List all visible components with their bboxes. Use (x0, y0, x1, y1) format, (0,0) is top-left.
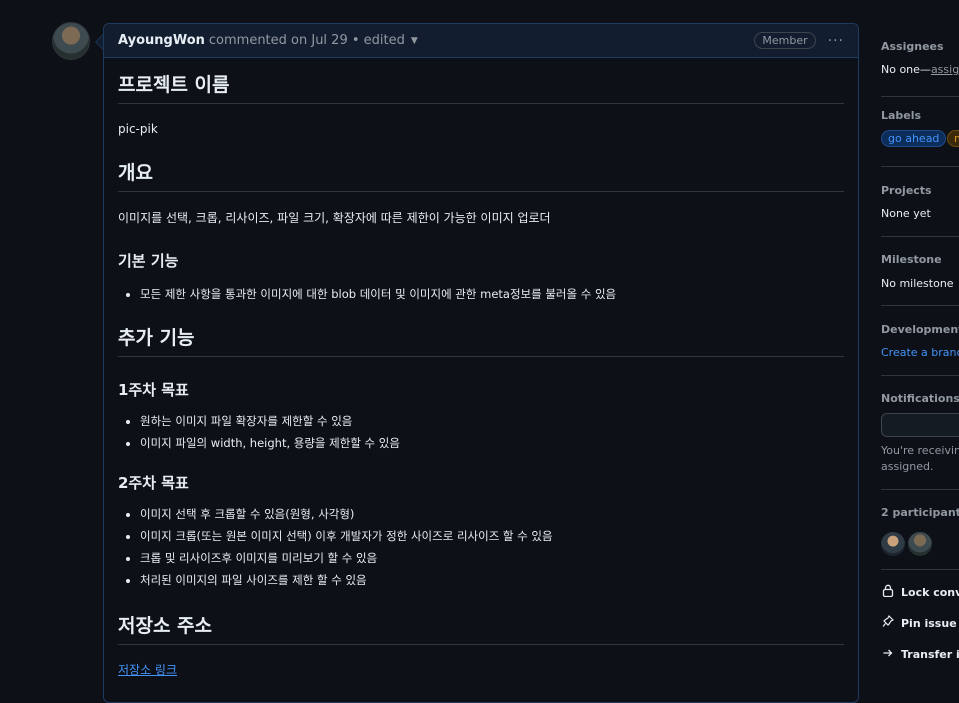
basic-features-list: 모든 제한 사항을 통과한 이미지에 대한 blob 데이터 및 이미지에 관한… (118, 283, 844, 305)
pin-label: Pin issue (901, 616, 957, 630)
pin-icon (881, 614, 894, 631)
heading-basic-features: 기본 기능 (118, 252, 179, 270)
transfer-issue-button[interactable]: Transfer iss (881, 647, 959, 662)
divider (881, 569, 959, 570)
label-m[interactable]: m (947, 130, 959, 147)
issue-comment: AyoungWon commented on Jul 29 • edited ▼… (103, 23, 859, 703)
label-go-ahead[interactable]: go ahead (881, 130, 947, 147)
assignees-title[interactable]: Assignees (881, 40, 944, 53)
notifications-reason-line2: assigned. (881, 460, 934, 473)
projects-value: None yet (881, 207, 931, 220)
edit-history-caret-icon[interactable]: ▼ (411, 36, 418, 46)
projects-title[interactable]: Projects (881, 184, 932, 197)
transfer-label: Transfer iss (901, 648, 959, 661)
overview-text: 이미지를 선택, 크롭, 리사이즈, 파일 크기, 확장자에 따른 제한이 가능… (118, 211, 551, 225)
author-avatar[interactable] (52, 22, 90, 60)
assignees-none-text: No one— (881, 63, 931, 76)
week2-goals-list: 이미지 선택 후 크롭할 수 있음(원형, 사각형) 이미지 크롭(또는 원본 … (118, 503, 844, 591)
milestone-value: No milestone (881, 277, 954, 290)
list-item: 이미지 크롭(또는 원본 이미지 선택) 이후 개발자가 정한 사이즈로 리사이… (140, 525, 844, 547)
participant-avatar[interactable] (908, 532, 932, 556)
comment-options-icon[interactable]: ··· (828, 33, 844, 49)
heading-project-name: 프로젝트 이름 (118, 58, 844, 104)
list-item: 모든 제한 사항을 통과한 이미지에 대한 blob 데이터 및 이미지에 관한… (140, 283, 844, 305)
comment-header: AyoungWon commented on Jul 29 • edited ▼… (104, 24, 858, 58)
assign-yourself-link[interactable]: assign (931, 63, 959, 76)
pin-issue-button[interactable]: Pin issue (881, 614, 959, 631)
list-item: 이미지 선택 후 크롭할 수 있음(원형, 사각형) (140, 503, 844, 525)
heading-extra-features: 추가 기능 (118, 305, 844, 357)
assignees-value: No one—assign (881, 63, 959, 76)
heading-overview: 개요 (118, 136, 844, 192)
notifications-title: Notifications (881, 392, 959, 405)
member-badge: Member (754, 32, 816, 49)
repository-link[interactable]: 저장소 링크 (118, 663, 177, 677)
subscribe-button[interactable] (881, 413, 959, 437)
labels-title[interactable]: Labels (881, 109, 921, 122)
milestone-title[interactable]: Milestone (881, 253, 942, 266)
list-item: 이미지 파일의 width, height, 용량을 제한할 수 있음 (140, 432, 844, 454)
list-item: 처리된 이미지의 파일 사이즈를 제한 할 수 있음 (140, 569, 844, 591)
comment-meta[interactable]: commented on Jul 29 • edited (209, 33, 405, 48)
project-name-text: pic-pik (118, 122, 158, 136)
divider (881, 375, 959, 376)
comment-pointer (95, 34, 103, 50)
heading-repository: 저장소 주소 (118, 591, 844, 645)
list-item: 원하는 이미지 파일 확장자를 제한할 수 있음 (140, 410, 844, 432)
issue-sidebar: Assignees No one—assign Labels go ahead … (881, 0, 959, 685)
comment-body: 프로젝트 이름 pic-pik 개요 이미지를 선택, 크롭, 리사이즈, 파일… (104, 58, 858, 678)
heading-week1-goals: 1주차 목표 (118, 381, 189, 399)
divider (881, 166, 959, 167)
lock-conversation-button[interactable]: Lock conve (881, 584, 959, 600)
notifications-reason-line1: You're receiving (881, 444, 959, 457)
author-link[interactable]: AyoungWon (118, 33, 205, 48)
lock-label: Lock conve (901, 585, 959, 599)
lock-icon (881, 584, 894, 600)
divider (881, 305, 959, 306)
participant-avatar[interactable] (881, 532, 905, 556)
create-branch-link[interactable]: Create a branch (881, 346, 959, 359)
divider (881, 489, 959, 490)
development-title[interactable]: Development (881, 323, 959, 336)
arrow-right-icon (881, 647, 894, 662)
list-item: 크롭 및 리사이즈후 이미지를 미리보기 할 수 있음 (140, 547, 844, 569)
divider (881, 96, 959, 97)
participants-title: 2 participants (881, 506, 959, 519)
divider (881, 236, 959, 237)
heading-week2-goals: 2주차 목표 (118, 474, 189, 492)
week1-goals-list: 원하는 이미지 파일 확장자를 제한할 수 있음 이미지 파일의 width, … (118, 410, 844, 454)
